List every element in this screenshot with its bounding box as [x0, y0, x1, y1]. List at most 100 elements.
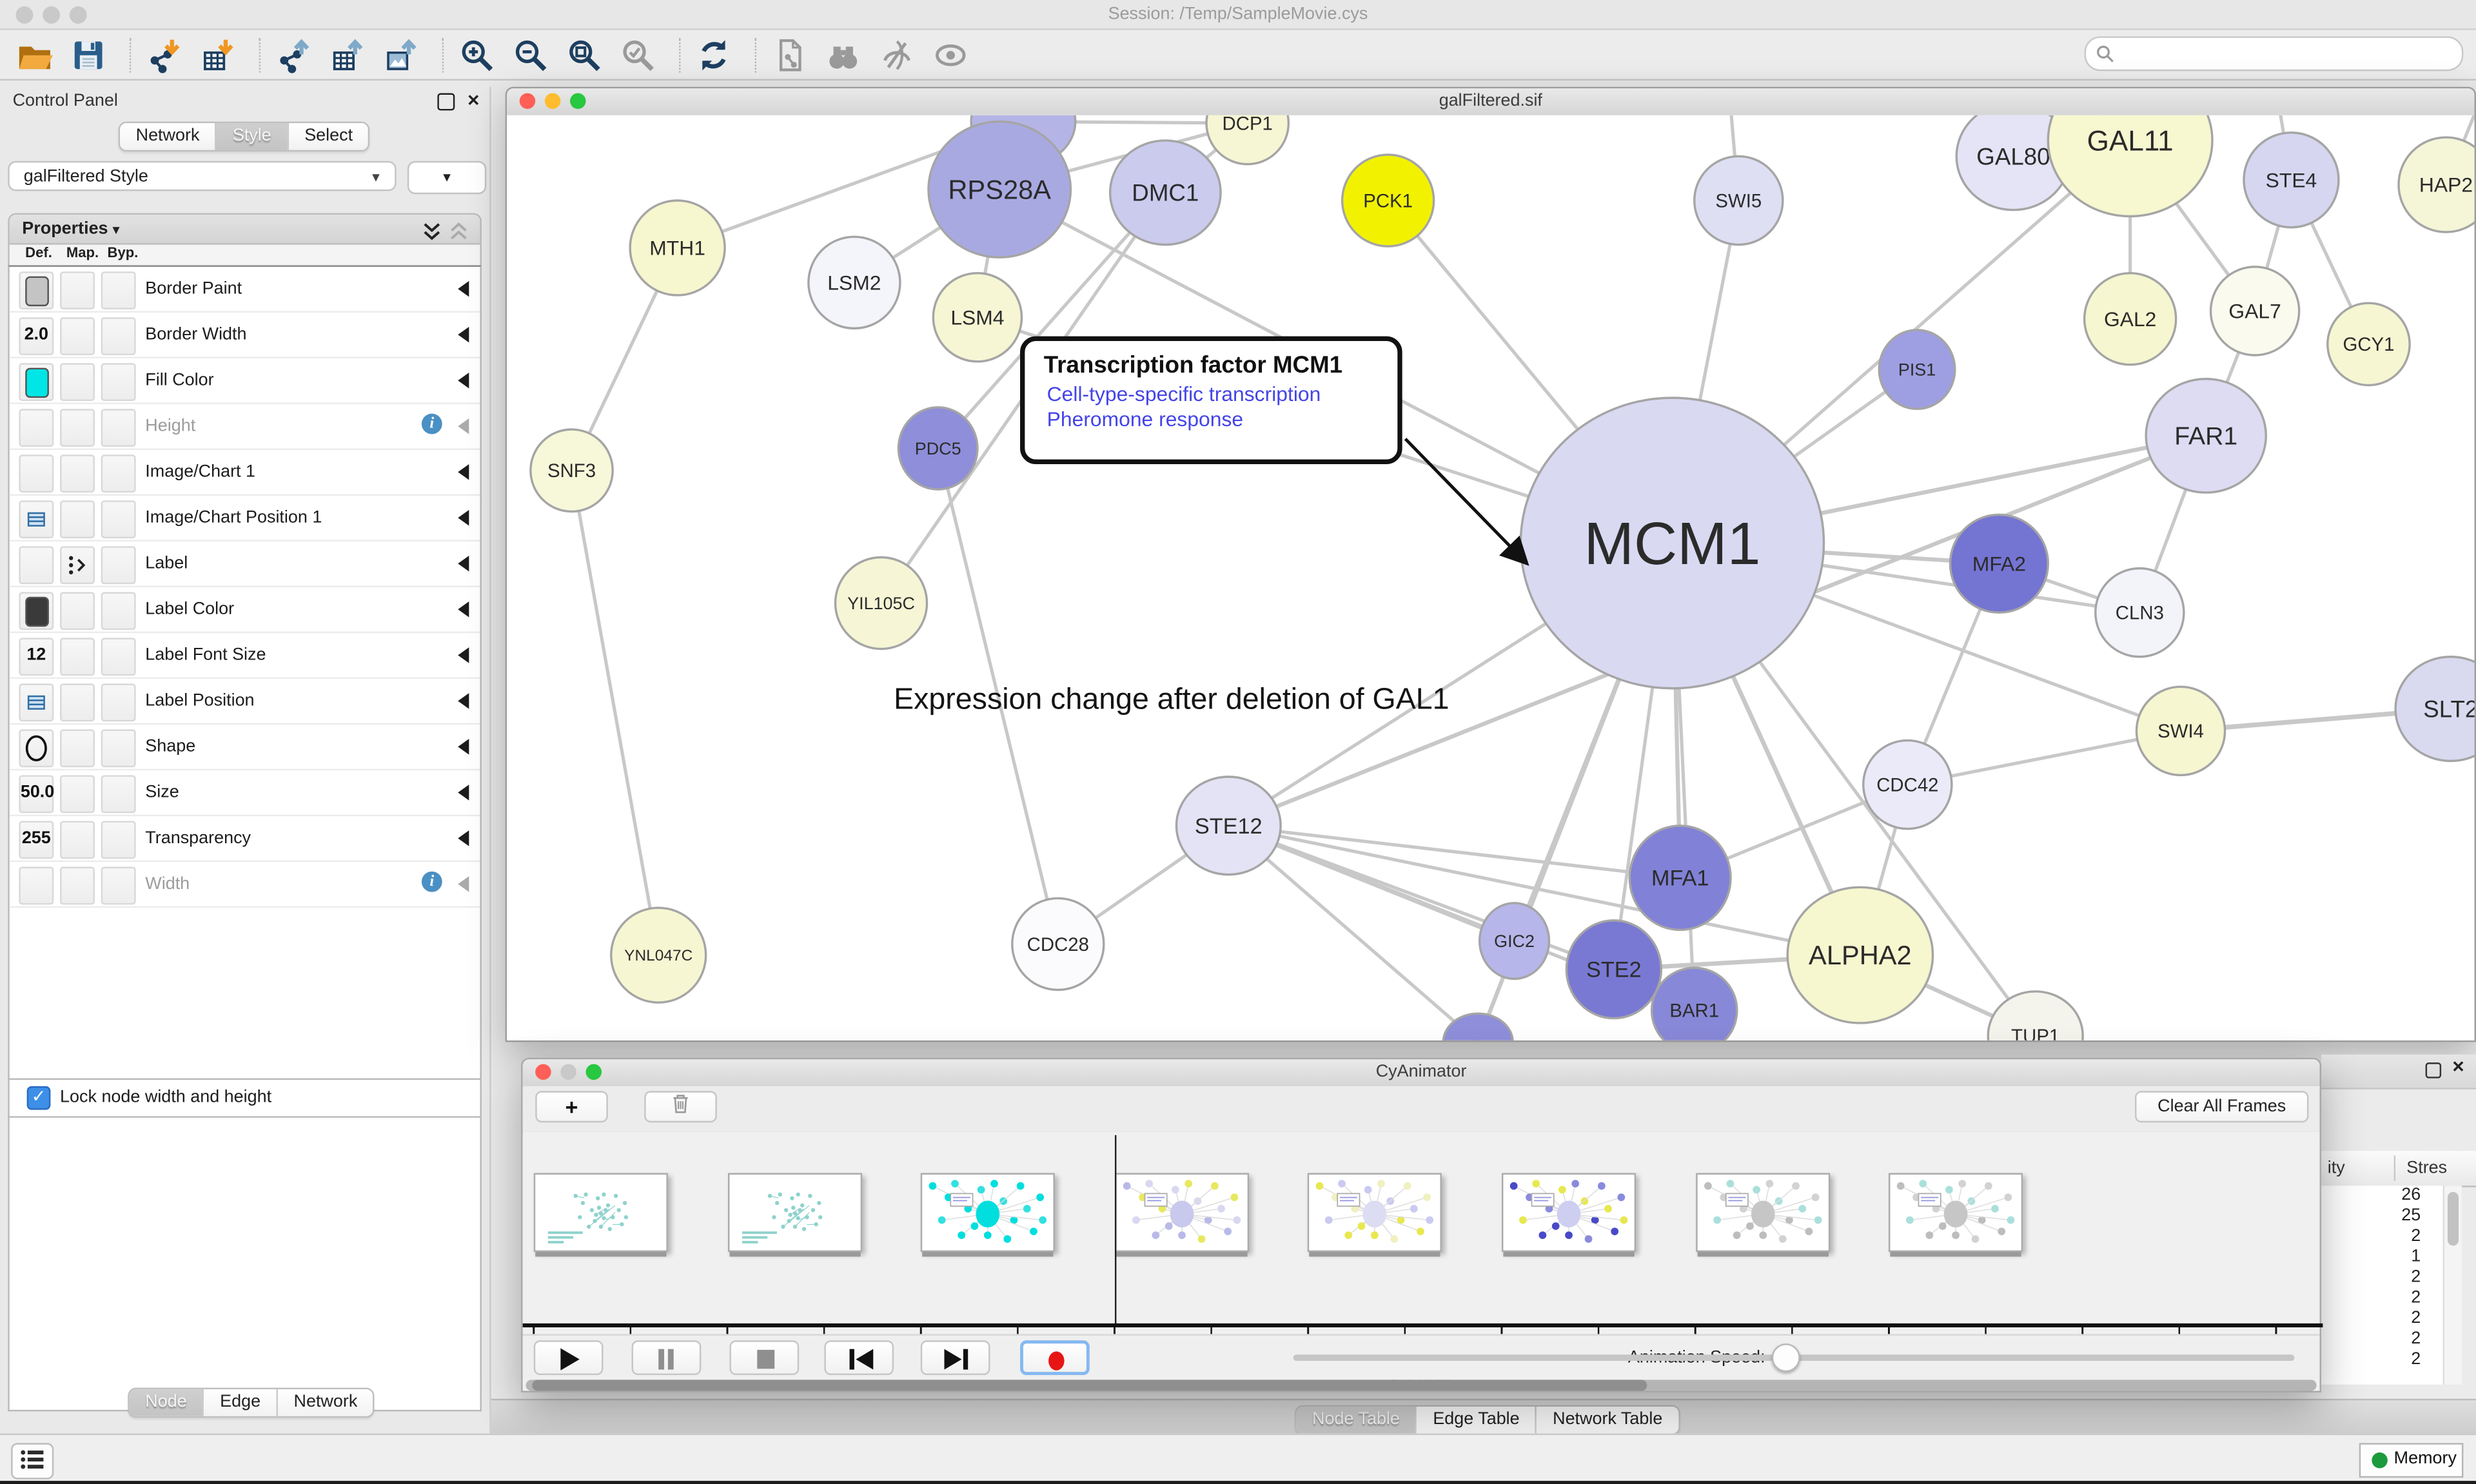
collapse-all-icon[interactable]	[449, 221, 469, 242]
skip-start-button[interactable]	[824, 1340, 894, 1375]
network-node-gcy1[interactable]: GCY1	[2328, 303, 2410, 385]
default-value-cell[interactable]	[19, 592, 54, 630]
expand-property-icon[interactable]	[458, 464, 469, 480]
mapping-cell[interactable]	[60, 592, 95, 630]
network-node-cdc42[interactable]: CDC42	[1863, 741, 1952, 829]
default-value-cell[interactable]	[19, 363, 54, 401]
info-icon[interactable]: i	[422, 872, 442, 892]
mapping-cell[interactable]	[60, 729, 95, 767]
network-node-gal2[interactable]: GAL2	[2085, 273, 2176, 365]
close-table-panel-icon[interactable]: ✕	[2451, 1059, 2465, 1077]
table-cell-value[interactable]: 1	[2321, 1247, 2443, 1268]
timeline-frame-4[interactable]	[1308, 1173, 1442, 1252]
bypass-cell[interactable]	[101, 409, 136, 447]
tab-network[interactable]: Network	[278, 1389, 373, 1416]
mapping-cell[interactable]	[60, 821, 95, 859]
stop-button[interactable]	[729, 1340, 799, 1375]
default-value-cell[interactable]: 2.0	[19, 317, 54, 355]
network-node-snf3[interactable]: SNF3	[531, 429, 613, 511]
network-node-lsm4[interactable]: LSM4	[933, 273, 1021, 362]
skip-end-button[interactable]	[921, 1340, 990, 1375]
mapping-cell[interactable]	[60, 866, 95, 904]
expand-property-icon[interactable]	[458, 418, 469, 434]
table-cell-value[interactable]: 2	[2321, 1329, 2443, 1350]
default-value-cell[interactable]	[19, 271, 54, 309]
expand-property-icon[interactable]	[458, 830, 469, 846]
network-document-icon[interactable]	[771, 36, 809, 74]
cyanimator-scrollbar[interactable]	[526, 1380, 2317, 1391]
tab-style[interactable]: Style	[217, 123, 288, 150]
network-node-gal7[interactable]: GAL7	[2211, 267, 2299, 355]
mapping-cell[interactable]	[60, 363, 95, 401]
default-value-cell[interactable]	[19, 866, 54, 904]
ui-panels-menu-button[interactable]	[11, 1443, 54, 1479]
expand-property-icon[interactable]	[458, 785, 469, 800]
network-node-swi5[interactable]: SWI5	[1695, 156, 1783, 244]
column-header[interactable]: ity	[2328, 1159, 2345, 1178]
expand-property-icon[interactable]	[458, 556, 469, 571]
network-node-far1[interactable]: FAR1	[2146, 379, 2266, 493]
tab-network[interactable]: Network	[120, 123, 217, 150]
cyanimator-timeline[interactable]: 0123456789 Seconds	[523, 1132, 2320, 1331]
timeline-frame-7[interactable]	[1889, 1173, 2023, 1252]
default-value-cell[interactable]: 12	[19, 638, 54, 676]
expand-property-icon[interactable]	[458, 601, 469, 617]
zoom-out-icon[interactable]	[511, 36, 549, 74]
annotation-box[interactable]: Transcription factor MCM1 Cell-type-spec…	[1020, 337, 1402, 464]
mapping-cell[interactable]	[60, 775, 95, 813]
tab-select[interactable]: Select	[289, 123, 369, 150]
info-icon[interactable]: i	[422, 414, 442, 434]
bypass-cell[interactable]	[101, 500, 136, 538]
lock-size-checkbox[interactable]: ✓	[27, 1086, 51, 1110]
mapping-cell[interactable]	[60, 409, 95, 447]
record-button[interactable]	[1020, 1340, 1090, 1375]
default-value-cell[interactable]: 50.0	[19, 775, 54, 813]
search-input[interactable]	[2085, 36, 2464, 71]
cyanimator-titlebar[interactable]: CyAnimator	[523, 1059, 2320, 1088]
bypass-cell[interactable]	[101, 821, 136, 859]
bypass-cell[interactable]	[101, 546, 136, 584]
network-node-swi4[interactable]: SWI4	[2136, 687, 2225, 775]
network-node-alpha2[interactable]: ALPHA2	[1787, 887, 1932, 1023]
network-node-mfa2[interactable]: MFA2	[1950, 514, 2048, 612]
export-network-icon[interactable]	[275, 36, 313, 74]
network-node-gic2[interactable]: GIC2	[1480, 903, 1549, 979]
expand-property-icon[interactable]	[458, 739, 469, 754]
network-node-ste12[interactable]: STE12	[1176, 777, 1281, 875]
close-panel-icon[interactable]: ✕	[467, 93, 480, 110]
bypass-cell[interactable]	[101, 729, 136, 767]
play-button[interactable]	[534, 1340, 604, 1375]
mapping-cell[interactable]	[60, 546, 95, 584]
timeline-frame-1[interactable]	[727, 1173, 861, 1252]
tab-edge[interactable]: Edge	[204, 1389, 278, 1416]
network-node-slt2[interactable]: SLT2	[2395, 657, 2474, 761]
timeline-frame-0[interactable]	[534, 1173, 668, 1252]
bypass-cell[interactable]	[101, 271, 136, 309]
network-node-pdc5[interactable]: PDC5	[898, 407, 977, 489]
network-node-ste2[interactable]: STE2	[1566, 921, 1661, 1019]
network-node-hap2[interactable]: HAP2	[2399, 137, 2475, 232]
network-node-cln3[interactable]: CLN3	[2096, 569, 2184, 657]
style-options-button[interactable]: ▼	[408, 161, 486, 194]
network-node-bottom-partial[interactable]	[1443, 1013, 1513, 1040]
bypass-cell[interactable]	[101, 363, 136, 401]
animation-speed-slider[interactable]	[1293, 1354, 2295, 1361]
default-value-cell[interactable]	[19, 729, 54, 767]
timeline-frame-3[interactable]	[1114, 1173, 1248, 1252]
network-node-ynl047c[interactable]: YNL047C	[611, 908, 706, 1002]
clear-all-frames-button[interactable]: Clear All Frames	[2135, 1091, 2308, 1122]
mapping-cell[interactable]	[60, 683, 95, 721]
network-node-pis1[interactable]: PIS1	[1879, 330, 1955, 409]
default-value-cell[interactable]: 255	[19, 821, 54, 859]
style-dropdown[interactable]: galFiltered Style▼	[8, 161, 396, 191]
expand-property-icon[interactable]	[458, 281, 469, 297]
eye-hidden-icon[interactable]	[878, 36, 916, 74]
bypass-cell[interactable]	[101, 775, 136, 813]
annotation-text[interactable]: Expression change after deletion of GAL1	[894, 683, 1449, 718]
default-value-cell[interactable]	[19, 409, 54, 447]
zoom-fit-icon[interactable]	[565, 36, 604, 74]
tab-edge-table[interactable]: Edge Table	[1417, 1407, 1537, 1434]
delete-frame-button[interactable]	[644, 1091, 717, 1122]
column-header[interactable]: Stres	[2406, 1159, 2447, 1178]
network-node-rps28a[interactable]: RPS28A	[928, 122, 1070, 258]
